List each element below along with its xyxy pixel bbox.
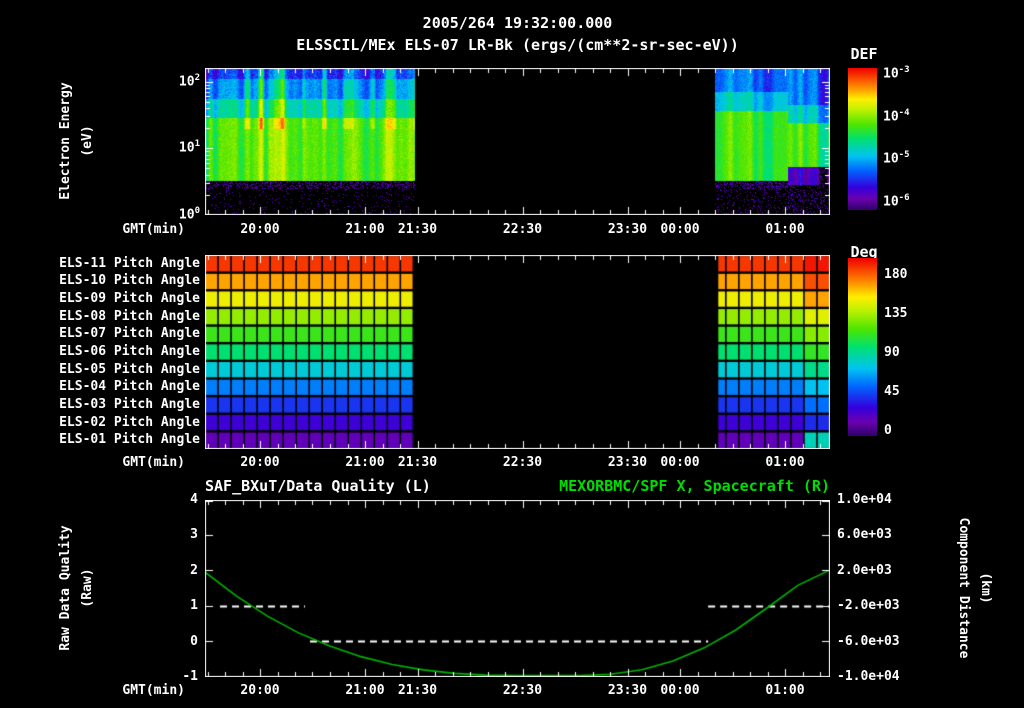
deg-colorbar-tick-label: 180: [884, 267, 908, 283]
time-tick-label: 22:30: [502, 455, 543, 470]
quality-distance-canvas: [205, 500, 830, 677]
pitch-row-label: ELS-08 Pitch Angle: [59, 308, 200, 324]
pitch-angle-canvas: [205, 255, 830, 449]
energy-tick-label: 101: [178, 139, 200, 156]
quality-tick-label: 1: [190, 598, 198, 614]
distance-axis-label: Component Distance: [956, 517, 971, 659]
deg-colorbar-tick-label: 45: [884, 384, 900, 400]
time-tick-label: 21:00: [345, 455, 385, 470]
quality-axis-units: (Raw): [80, 568, 95, 608]
time-tick-label: 00:00: [660, 222, 700, 237]
panel3-title-right: MEXORBMC/SPF X, Spacecraft (R): [559, 477, 830, 495]
time-tick-label: 21:00: [345, 222, 385, 237]
time-tick-label: 21:00: [345, 683, 385, 698]
time-tick-label: 21:30: [397, 683, 438, 698]
energy-axis-units: (eV): [80, 125, 95, 157]
quality-tick-label: 4: [190, 492, 198, 507]
distance-tick-label: 1.0e+04: [837, 492, 892, 507]
plot-stage: 2005/264 19:32:00.000 ELSSCIL/MEx ELS-07…: [0, 0, 1024, 708]
time-tick-label: 23:30: [607, 683, 648, 698]
pitch-row-label: ELS-11 Pitch Angle: [59, 255, 200, 271]
pitch-row-label: ELS-04 Pitch Angle: [59, 379, 200, 395]
quality-tick-label: 2: [190, 562, 198, 578]
deg-colorbar-tick-label: 0: [884, 423, 892, 439]
timestamp-title: 2005/264 19:32:00.000: [422, 14, 613, 32]
time-tick-label: 20:00: [240, 683, 280, 698]
deg-colorbar: [848, 258, 877, 436]
pitch-row-label: ELS-01 Pitch Angle: [59, 432, 200, 448]
pitch-row-label: ELS-05 Pitch Angle: [59, 361, 200, 377]
pitch-row-label: ELS-06 Pitch Angle: [59, 344, 200, 359]
pitch-row-label: ELS-03 Pitch Angle: [59, 396, 200, 412]
time-tick-label: 20:00: [240, 222, 280, 237]
def-colorbar: [848, 68, 877, 210]
distance-axis-units: (km): [978, 572, 993, 604]
energy-axis-label: Electron Energy: [58, 82, 73, 200]
time-tick-label: 20:00: [240, 455, 280, 470]
def-colorbar-tick-label: 10-3: [883, 64, 910, 82]
time-tick-label: 21:30: [397, 455, 438, 470]
time-tick-label: 23:30: [607, 455, 648, 470]
time-tick-label: 01:00: [765, 683, 805, 698]
deg-colorbar-tick-label: 135: [884, 306, 908, 322]
def-colorbar-tick-label: 10-4: [883, 107, 910, 125]
def-colorbar-tick-label: 10-6: [883, 193, 910, 210]
x-axis-label: GMT(min): [122, 455, 185, 470]
distance-tick-label: -2.0e+03: [837, 598, 900, 614]
time-tick-label: 23:30: [607, 222, 648, 237]
time-tick-label: 21:30: [397, 222, 438, 237]
distance-tick-label: 2.0e+03: [837, 562, 892, 578]
quality-tick-label: 0: [190, 633, 198, 649]
energy-tick-label: 102: [178, 72, 200, 89]
time-tick-label: 00:00: [660, 683, 700, 698]
quality-tick-label: -1: [182, 669, 198, 684]
deg-colorbar-tick-label: 90: [884, 345, 900, 361]
distance-tick-label: -6.0e+03: [837, 633, 900, 649]
def-colorbar-tick-label: 10-5: [883, 150, 910, 167]
quality-tick-label: 3: [190, 527, 198, 543]
x-axis-label: GMT(min): [122, 683, 185, 698]
pitch-row-label: ELS-02 Pitch Angle: [59, 414, 200, 430]
time-tick-label: 01:00: [765, 222, 805, 237]
distance-tick-label: 6.0e+03: [837, 527, 892, 543]
energy-tick-label: 100: [178, 206, 200, 223]
pitch-row-label: ELS-10 Pitch Angle: [59, 273, 200, 289]
distance-tick-label: -1.0e+04: [837, 669, 900, 684]
x-axis-label: GMT(min): [122, 222, 185, 237]
time-tick-label: 22:30: [502, 222, 543, 237]
def-colorbar-title: DEF: [850, 45, 878, 63]
pitch-row-label: ELS-07 Pitch Angle: [59, 326, 200, 342]
electron-spectrogram-canvas: [205, 68, 830, 215]
time-tick-label: 00:00: [660, 455, 700, 470]
time-tick-label: 22:30: [502, 683, 543, 698]
instrument-title: ELSSCIL/MEx ELS-07 LR-Bk (ergs/(cm**2-sr…: [296, 36, 739, 54]
time-tick-label: 01:00: [765, 455, 805, 470]
pitch-row-label: ELS-09 Pitch Angle: [59, 291, 200, 307]
quality-axis-label: Raw Data Quality: [58, 525, 73, 651]
